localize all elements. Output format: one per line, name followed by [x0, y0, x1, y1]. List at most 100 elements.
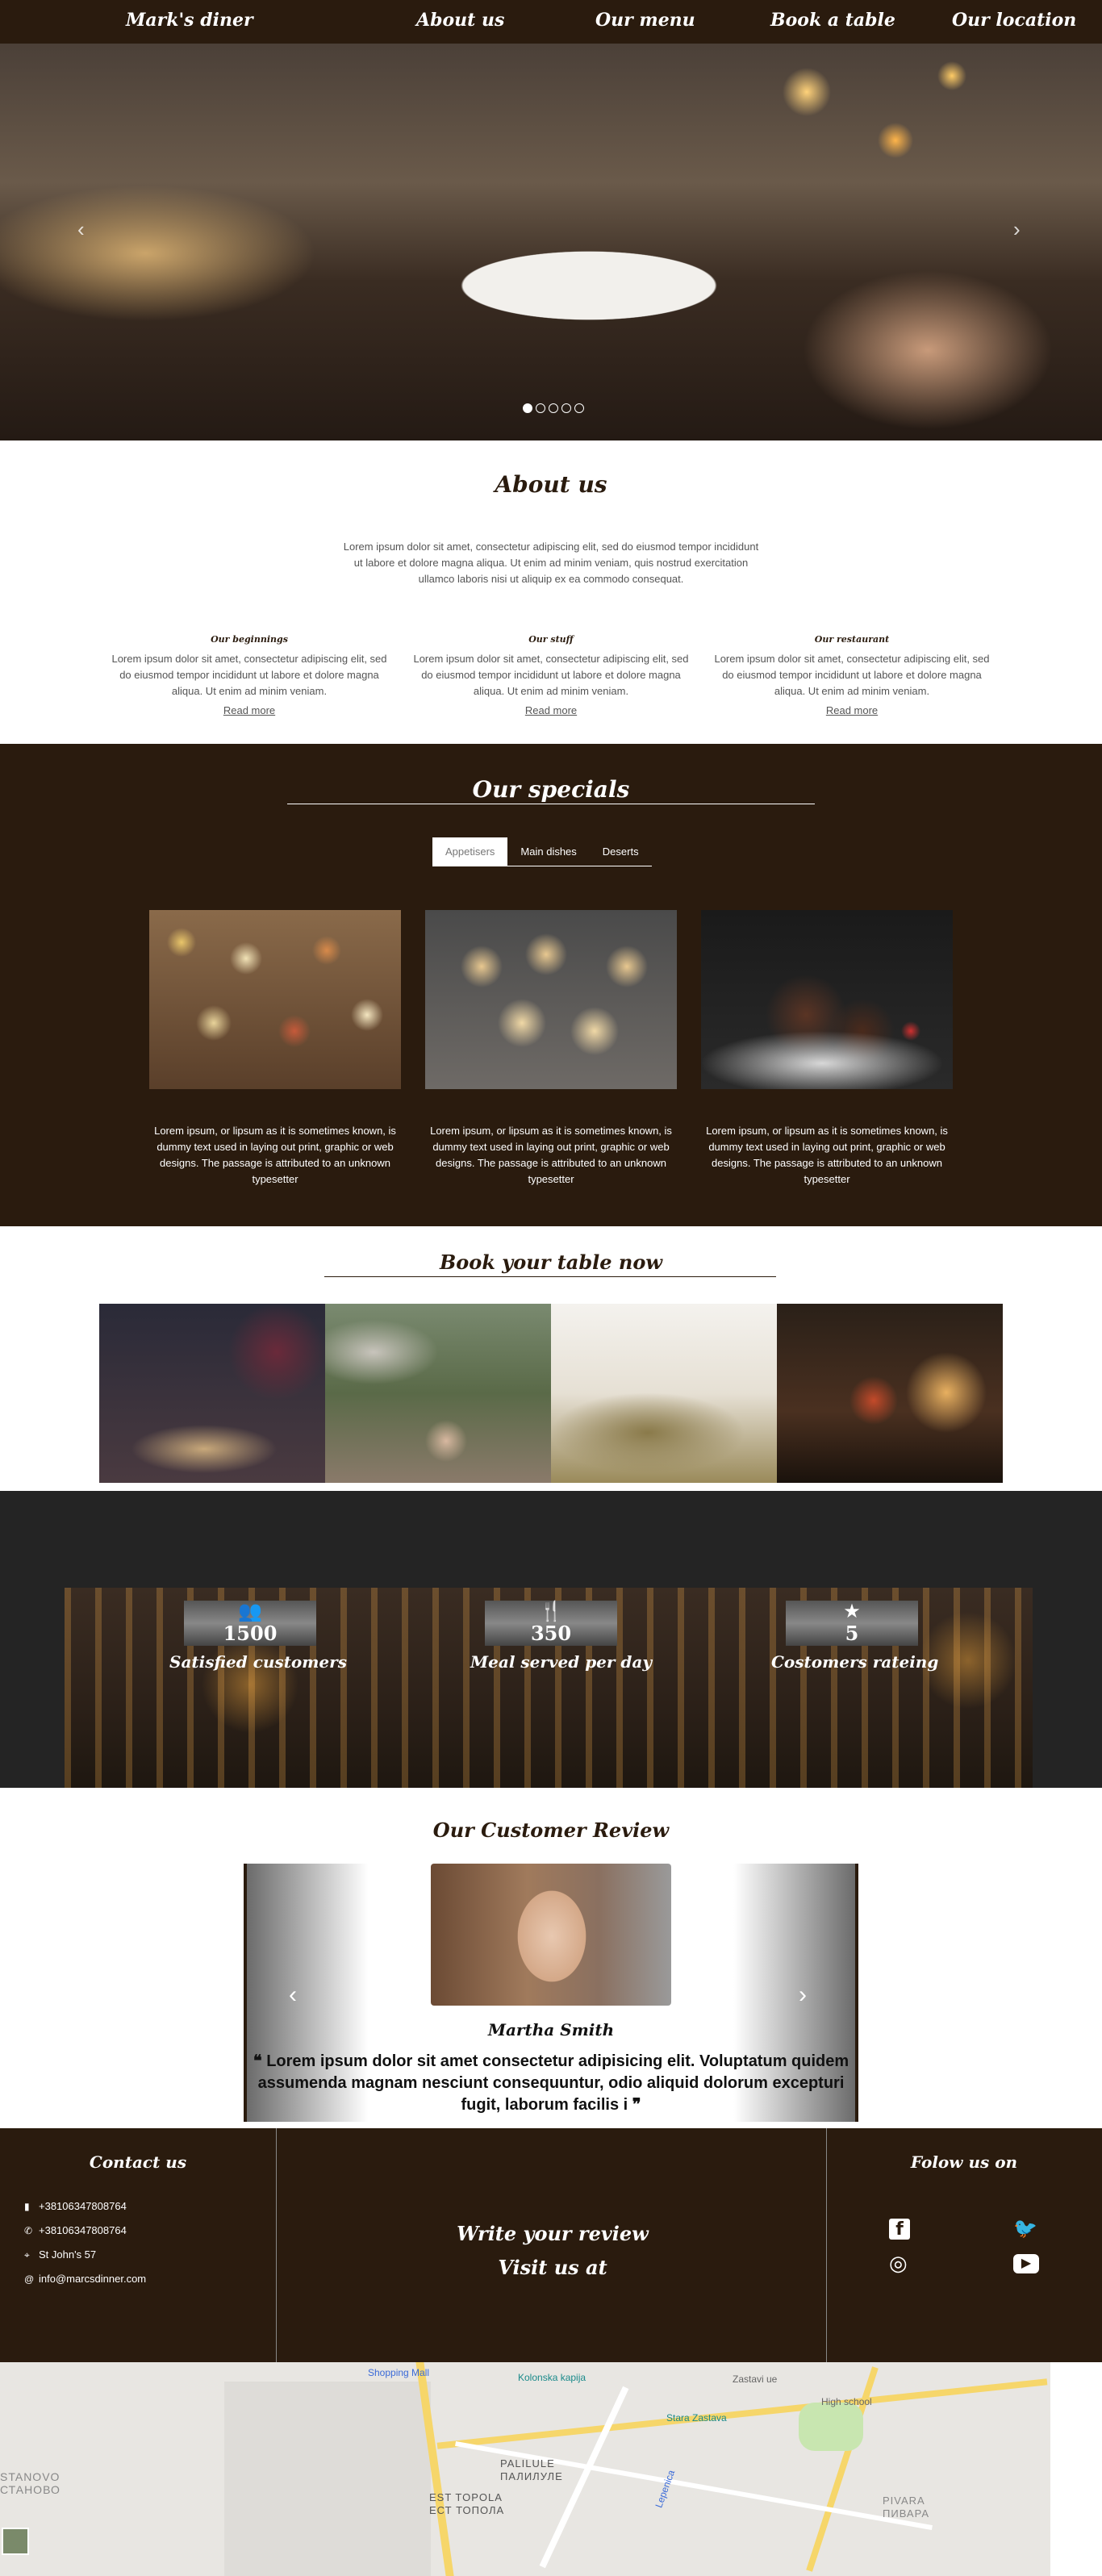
carousel-indicators — [523, 403, 584, 413]
map-label: EST TOPOLA — [429, 2491, 503, 2503]
carousel-dot[interactable] — [549, 403, 558, 413]
stat-meals-per-day: 🍴 350 Meal served per day — [470, 1601, 652, 1672]
top-navbar: Mark's diner About us Our menu Book a ta… — [0, 0, 1102, 44]
map-label: Stara Zastava — [666, 2412, 727, 2424]
nav-link-about[interactable]: About us — [416, 10, 504, 31]
contact-title: Contact us — [89, 2152, 187, 2172]
map-road — [455, 2440, 933, 2531]
visit-us-link[interactable]: Visit us at — [278, 2251, 827, 2285]
read-more-link[interactable]: Read more — [223, 704, 275, 716]
divider — [276, 2128, 277, 2362]
divider — [324, 1276, 776, 1277]
contact-address: St John's 57 — [39, 2248, 97, 2261]
special-text: Lorem ipsum, or lipsum as it is sometime… — [706, 1125, 948, 1185]
special-card: Lorem ipsum, or lipsum as it is sometime… — [149, 910, 401, 1188]
special-text: Lorem ipsum, or lipsum as it is sometime… — [154, 1125, 396, 1185]
footer: Contact us ▮ +38106347808764 ✆ +3810634780… — [0, 2128, 1102, 2362]
map-label: High school — [821, 2396, 872, 2407]
map-park — [799, 2403, 863, 2451]
stats-section: 👥 1500 Satisfied customers 🍴 350 Meal se… — [0, 1491, 1102, 1788]
map-label: СТАНОВО — [0, 2483, 61, 2496]
carousel-next-icon[interactable]: › — [1013, 217, 1021, 242]
contact-item: ⌖ St John's 57 — [24, 2243, 146, 2267]
review-text: ❝ Lorem ipsum dolor sit amet consectetur… — [247, 2051, 855, 2116]
nav-link-location[interactable]: Our location — [952, 10, 1076, 31]
gallery-image[interactable] — [551, 1304, 777, 1483]
gallery-image[interactable] — [777, 1304, 1003, 1483]
map-label: Lepenica — [653, 2468, 678, 2510]
special-image — [701, 910, 953, 1089]
review-prev-icon[interactable]: ‹ — [289, 1981, 297, 2009]
gallery-image[interactable] — [99, 1304, 325, 1483]
map-label: ПАЛИЛУЛЕ — [500, 2470, 563, 2482]
contact-phone[interactable]: +38106347808764 — [39, 2224, 127, 2236]
map-label: PALILULE — [500, 2457, 555, 2470]
hero-carousel: ‹ › — [0, 44, 1102, 440]
map-label: ПИВАРА — [883, 2507, 930, 2520]
contact-list: ▮ +38106347808764 ✆ +38106347808764 ⌖ St Jo… — [24, 2194, 146, 2291]
carousel-dot[interactable] — [523, 403, 532, 413]
instagram-icon[interactable]: ◎ — [889, 2251, 908, 2276]
location-map[interactable]: Shopping Mall Kolonska kapija Zastavi ue… — [0, 2362, 1102, 2576]
facebook-icon[interactable]: f — [889, 2219, 910, 2240]
youtube-icon[interactable]: ▶ — [1013, 2254, 1039, 2273]
about-column: Our restaurant Lorem ipsum dolor sit ame… — [711, 634, 993, 718]
about-column-text: Lorem ipsum dolor sit amet, consectetur … — [714, 653, 990, 697]
contact-item: @ info@marcsdinner.com — [24, 2267, 146, 2291]
contact-email[interactable]: info@marcsdinner.com — [39, 2273, 146, 2285]
write-review-link[interactable]: Write your review — [278, 2217, 827, 2251]
map-edge — [1050, 2362, 1102, 2576]
book-title: Book your table now — [440, 1250, 662, 1274]
contact-item: ✆ +38106347808764 — [24, 2219, 146, 2243]
review-next-icon[interactable]: › — [799, 1981, 807, 2009]
mobile-icon: ▮ — [24, 2201, 30, 2212]
quote-close-icon: ❞ — [632, 2096, 641, 2114]
about-column-heading: Our stuff — [528, 634, 574, 645]
twitter-icon[interactable]: 🐦 — [1013, 2217, 1037, 2240]
about-title: About us — [495, 471, 607, 498]
review-body: Lorem ipsum dolor sit amet consectetur a… — [257, 2052, 849, 2114]
footer-cta: Write your review Visit us at — [278, 2217, 827, 2285]
tab-deserts[interactable]: Deserts — [590, 837, 652, 866]
about-text: Lorem ipsum dolor sit amet, consectetur … — [343, 541, 759, 585]
about-column: Our stuff Lorem ipsum dolor sit amet, co… — [410, 634, 692, 718]
stat-box: ★ 5 — [786, 1601, 918, 1646]
special-image — [149, 910, 401, 1089]
booking-gallery — [99, 1304, 1003, 1483]
about-column-heading: Our restaurant — [814, 634, 890, 645]
brand-link[interactable]: Mark's diner — [126, 10, 253, 31]
specials-section: Our specials Appetisers Main dishes Dese… — [0, 744, 1102, 1226]
map-thumbnail[interactable] — [2, 2528, 29, 2555]
read-more-link[interactable]: Read more — [826, 704, 878, 716]
stat-satisfied-customers: 👥 1500 Satisfied customers — [169, 1601, 347, 1672]
stat-box: 🍴 350 — [485, 1601, 617, 1646]
quote-open-icon: ❝ — [253, 2052, 262, 2070]
special-text: Lorem ipsum, or lipsum as it is sometime… — [430, 1125, 672, 1185]
carousel-dot[interactable] — [574, 403, 584, 413]
reviewer-name: Martha Smith — [487, 2020, 615, 2040]
stat-label: Satisfied customers — [169, 1652, 347, 1672]
stat-customers-rating: ★ 5 Costomers rateing — [771, 1601, 938, 1672]
read-more-link[interactable]: Read more — [525, 704, 577, 716]
about-column-text: Lorem ipsum dolor sit amet, consectetur … — [413, 653, 689, 697]
review-title: Our Customer Review — [432, 1818, 670, 1842]
contact-mobile[interactable]: +38106347808764 — [39, 2200, 127, 2212]
gallery-image[interactable] — [325, 1304, 551, 1483]
specials-title: Our specials — [472, 776, 630, 803]
map-label: Kolonska kapija — [518, 2372, 586, 2383]
utensils-icon: 🍴 — [539, 1601, 563, 1622]
carousel-prev-icon[interactable]: ‹ — [77, 217, 85, 242]
nav-link-menu[interactable]: Our menu — [595, 10, 695, 31]
specials-tabs: Appetisers Main dishes Deserts — [432, 837, 652, 866]
tab-appetisers[interactable]: Appetisers — [432, 837, 508, 866]
nav-link-book[interactable]: Book a table — [770, 10, 895, 31]
carousel-dot[interactable] — [561, 403, 571, 413]
map-label: PIVARA — [883, 2495, 925, 2507]
about-column-heading: Our beginnings — [211, 634, 288, 645]
reviewer-photo — [431, 1864, 671, 2006]
carousel-dot[interactable] — [536, 403, 545, 413]
stat-value: 5 — [845, 1622, 859, 1645]
tab-main-dishes[interactable]: Main dishes — [507, 837, 589, 866]
map-label: ЕСТ ТОПОЛА — [429, 2504, 505, 2516]
special-card: Lorem ipsum, or lipsum as it is sometime… — [425, 910, 677, 1188]
